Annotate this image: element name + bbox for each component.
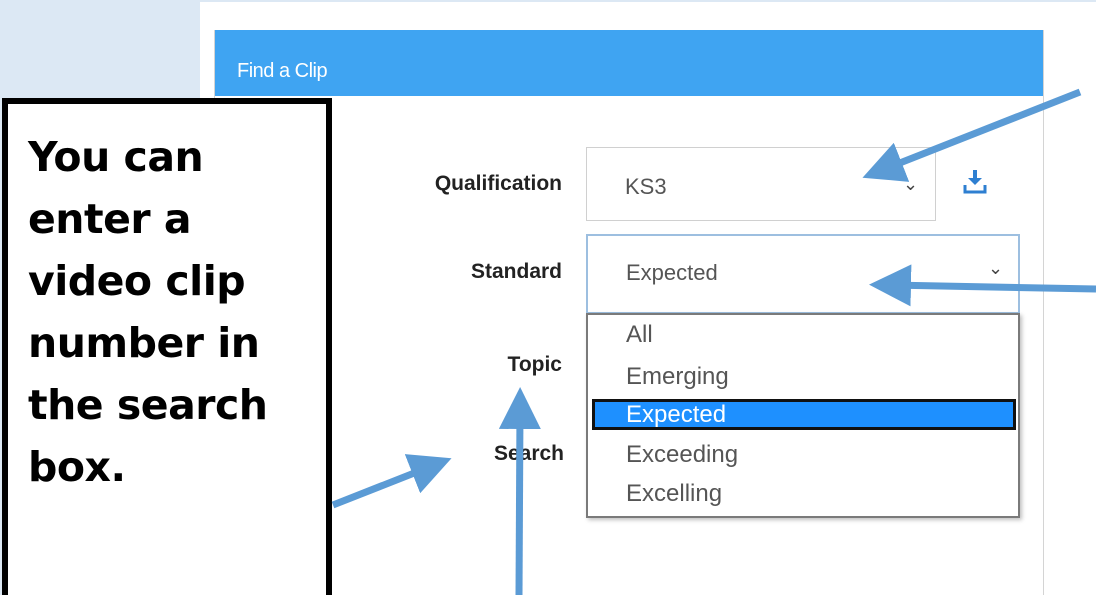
arrow-to-qualification: [862, 88, 1082, 182]
arrow-to-standard: [869, 264, 1096, 307]
arrow-to-topic: [498, 387, 541, 595]
annotation-arrows: [331, 88, 1096, 595]
arrow-to-search: [331, 454, 452, 509]
